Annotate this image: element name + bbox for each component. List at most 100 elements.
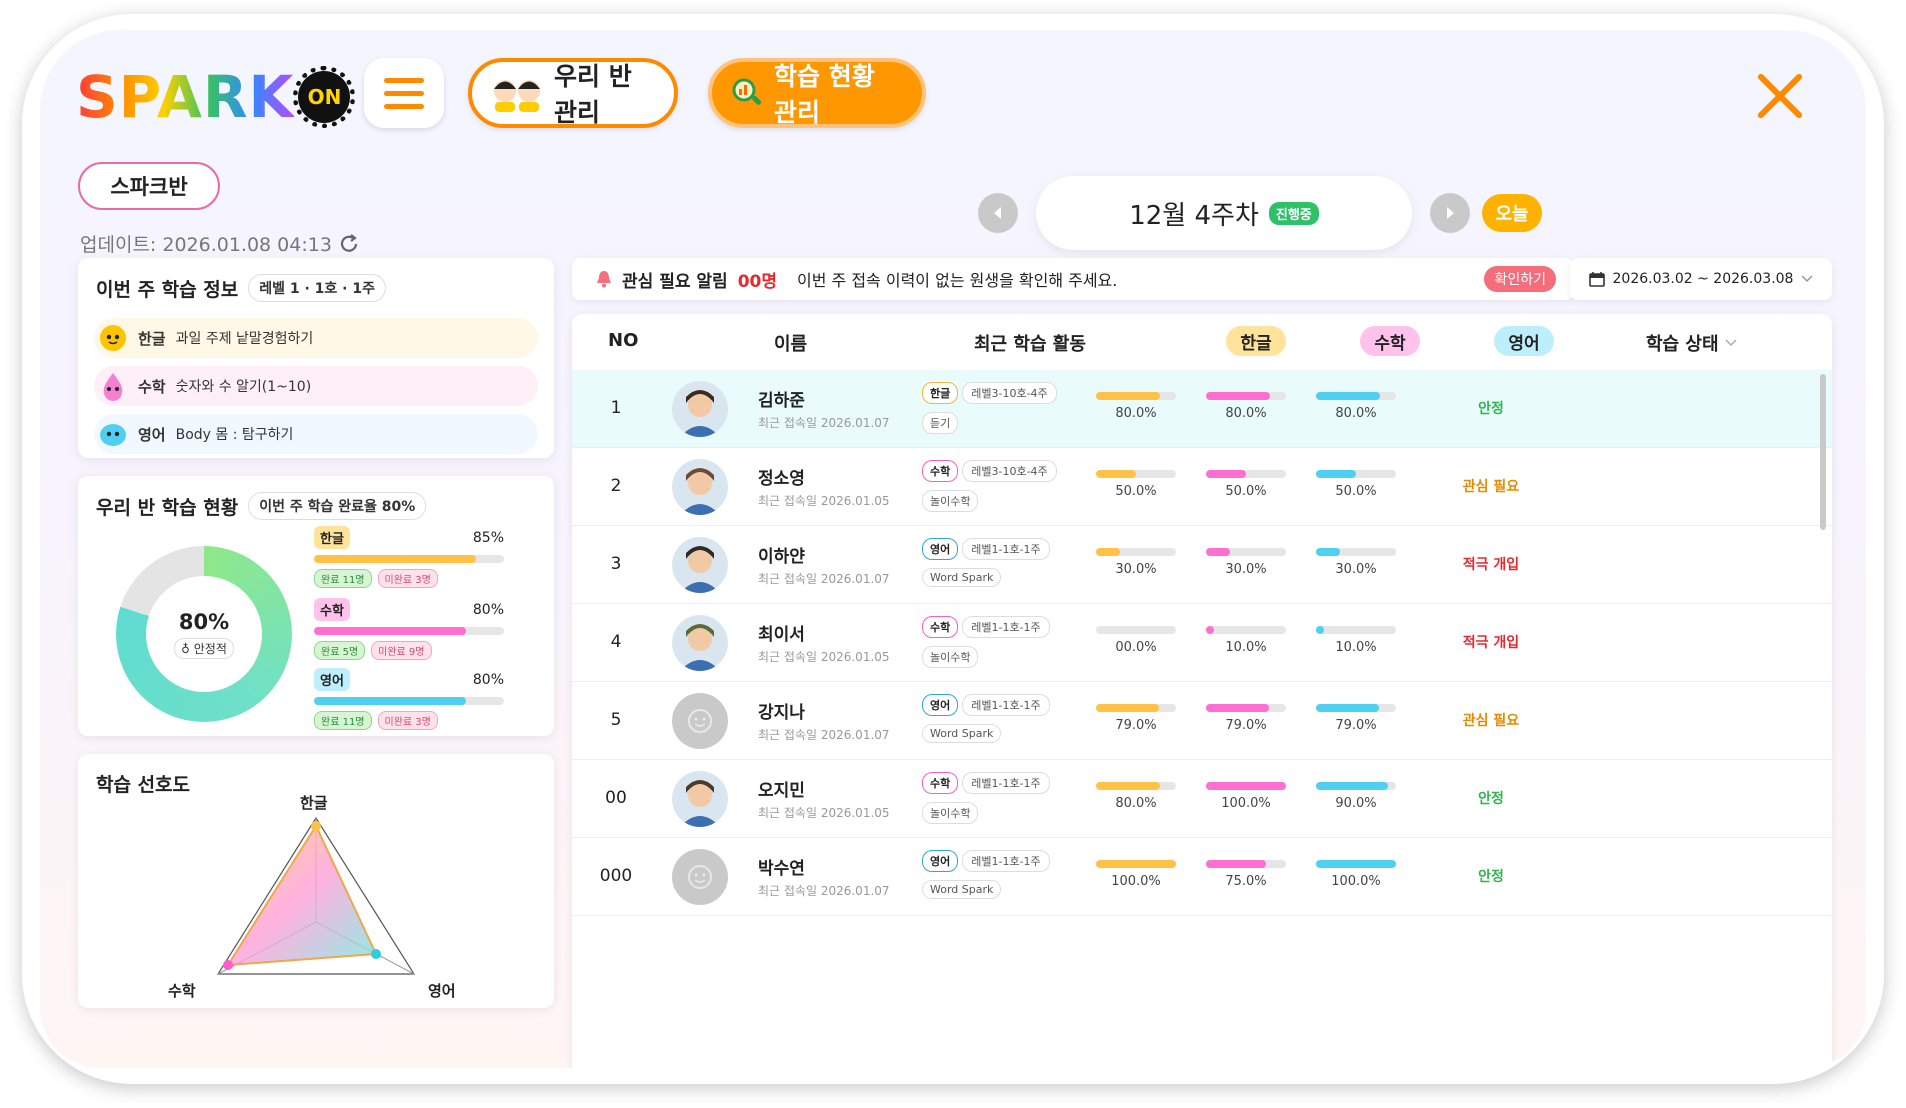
donut-center: 80% ♁ 안정적 (146, 576, 262, 692)
student-name[interactable]: 이하얀 (758, 542, 805, 567)
progress-fill (1096, 470, 1136, 478)
table-row[interactable]: 1 김하준 최근 접속일 2026.01.07 한글 레벨3-10호-4주 듣기 80.0%… (572, 370, 1832, 448)
update-timestamp: 업데이트: 2026.01.08 04:13 (80, 230, 360, 257)
progress-kor: 100.0% (1096, 860, 1176, 889)
progress-bar (1316, 860, 1396, 868)
date-range-select[interactable]: 2026.03.02 ~ 2026.03.08 (1570, 258, 1832, 300)
progress-label: 80.0% (1115, 796, 1157, 811)
progress-percent: 80% (472, 671, 504, 688)
hamburger-line (384, 103, 424, 109)
table-row[interactable]: 2 정소영 최근 접속일 2026.01.05 수학 레벨3-10호-4주 놀이수학 50.… (572, 448, 1832, 526)
student-name[interactable]: 김하준 (758, 386, 805, 411)
progress-fill (1316, 860, 1396, 868)
table-row[interactable]: 4 최이서 최근 접속일 2026.01.05 수학 레벨1-1호-1주 놀이수학 00.0… (572, 604, 1832, 682)
class-name-pill[interactable]: 스파크반 (78, 162, 220, 210)
student-photo (672, 615, 728, 671)
recent-activity: 수학 레벨3-10호-4주 놀이수학 (922, 460, 1092, 512)
progress-bar (1316, 626, 1396, 634)
status-badge: 안정 (1478, 791, 1504, 807)
student-name[interactable]: 최이서 (758, 620, 805, 645)
progress-eng: 영어 80% 완료 11명 미완료 3명 (314, 668, 504, 730)
progress-fill (1316, 392, 1380, 400)
progress-kor: 79.0% (1096, 704, 1176, 733)
progress-eng: 50.0% (1316, 470, 1396, 499)
row-no: 5 (610, 710, 622, 730)
progress-label: 00.0% (1115, 640, 1157, 655)
progress-bar (1206, 548, 1286, 556)
weekly-info-title: 이번 주 학습 정보 레벨 1 · 1호 · 1주 (96, 274, 386, 302)
weekly-subject-desc: 과일 주제 낱말경험하기 (175, 331, 314, 347)
student-name[interactable]: 정소영 (758, 464, 805, 489)
progress-fill (314, 697, 466, 705)
row-no: 3 (610, 554, 622, 574)
col-kor[interactable]: 한글 (1226, 326, 1286, 356)
recent-activity: 영어 레벨1-1호-1주 Word Spark (922, 694, 1092, 743)
progress-kor: 한글 85% 완료 11명 미완료 3명 (314, 526, 504, 588)
progress-bar (1206, 470, 1286, 478)
table-header: NO 이름 최근 학습 활동 한글 수학 영어 학습 상태 (572, 314, 1832, 370)
today-button[interactable]: 오늘 (1482, 194, 1542, 232)
table-row[interactable]: 00 오지민 최근 접속일 2026.01.05 수학 레벨1-1호-1주 놀이수학 80.… (572, 760, 1832, 838)
progress-subject: 수학 (314, 598, 350, 621)
progress-bar (1206, 392, 1286, 400)
student-name[interactable]: 박수연 (758, 854, 805, 879)
class-management-label: 우리 반 관리 (554, 62, 632, 127)
class-management-button[interactable]: 우리 반 관리 (468, 58, 678, 128)
spark-on-logo[interactable]: SPARK ON (76, 62, 356, 132)
table-row[interactable]: 000 박수연 최근 접속일 2026.01.07 영어 레벨1-1호-1주 Word S… (572, 838, 1832, 916)
recent-activity: 영어 레벨1-1호-1주 Word Spark (922, 538, 1092, 587)
refresh-icon[interactable] (338, 233, 360, 255)
progress-bar (1316, 704, 1396, 712)
progress-bar (1316, 470, 1396, 478)
menu-button[interactable] (364, 58, 444, 128)
status-badge: 안정 (1478, 869, 1504, 885)
col-status[interactable]: 학습 상태 (1646, 330, 1737, 356)
learning-status-button[interactable]: 학습 현황 관리 (708, 58, 926, 128)
table-row[interactable]: 5 강지나 최근 접속일 2026.01.07 영어 레벨1-1호-1주 Word Spa… (572, 682, 1832, 760)
student-name[interactable]: 오지민 (758, 776, 805, 801)
calendar-icon (1588, 272, 1605, 287)
prev-week-button[interactable] (978, 193, 1018, 233)
table-row[interactable]: 3 이하얀 최근 접속일 2026.01.07 영어 레벨1-1호-1주 Word Spa… (572, 526, 1832, 604)
avatar (672, 615, 728, 671)
progress-label: 79.0% (1335, 718, 1377, 733)
close-icon[interactable] (1754, 70, 1806, 122)
progress-math: 10.0% (1206, 626, 1286, 655)
weekly-subject-math: 수학 숫자와 수 알기(1~10) (94, 366, 538, 406)
student-photo (672, 537, 728, 593)
progress-label: 50.0% (1115, 484, 1157, 499)
avatar (672, 459, 728, 515)
recent-activity: 한글 레벨3-10호-4주 듣기 (922, 382, 1092, 434)
next-week-button[interactable] (1430, 193, 1470, 233)
row-no: 00 (605, 788, 627, 808)
col-eng[interactable]: 영어 (1494, 326, 1554, 356)
last-login: 최근 접속일 2026.01.05 (758, 806, 890, 820)
default-avatar-icon (672, 693, 728, 749)
activity-subject: 영어 (922, 538, 959, 560)
status-badge: 관심 필요 (1462, 713, 1520, 729)
col-math[interactable]: 수학 (1360, 326, 1420, 356)
week-label: 12월 4주차 (1129, 200, 1259, 231)
update-text: 업데이트: 2026.01.08 04:13 (80, 234, 332, 256)
chevron-down-icon (1801, 275, 1813, 283)
week-navigator: 12월 4주차 진행중 오늘 (978, 176, 1542, 250)
progress-label: 100.0% (1221, 796, 1271, 811)
preference-card: 학습 선호도 한글 수학 영어 (78, 754, 554, 1008)
status-badge: 안정 (1478, 401, 1504, 417)
recent-activity: 영어 레벨1-1호-1주 Word Spark (922, 850, 1092, 899)
kids-icon (490, 73, 544, 113)
sun-mascot-icon (100, 325, 126, 351)
progress-label: 30.0% (1225, 562, 1267, 577)
progress-label: 10.0% (1335, 640, 1377, 655)
progress-eng: 79.0% (1316, 704, 1396, 733)
drop-mascot-icon (103, 373, 123, 401)
table-scrollbar[interactable] (1820, 374, 1826, 530)
progress-label: 50.0% (1335, 484, 1377, 499)
progress-fill (1096, 392, 1160, 400)
confirm-button[interactable]: 확인하기 (1484, 266, 1556, 292)
undone-chip: 미완료 3명 (377, 569, 438, 588)
week-display: 12월 4주차 진행중 (1036, 176, 1412, 250)
progress-label: 100.0% (1111, 874, 1161, 889)
activity-level: 레벨1-1호-1주 (962, 850, 1050, 872)
student-name[interactable]: 강지나 (758, 698, 805, 723)
